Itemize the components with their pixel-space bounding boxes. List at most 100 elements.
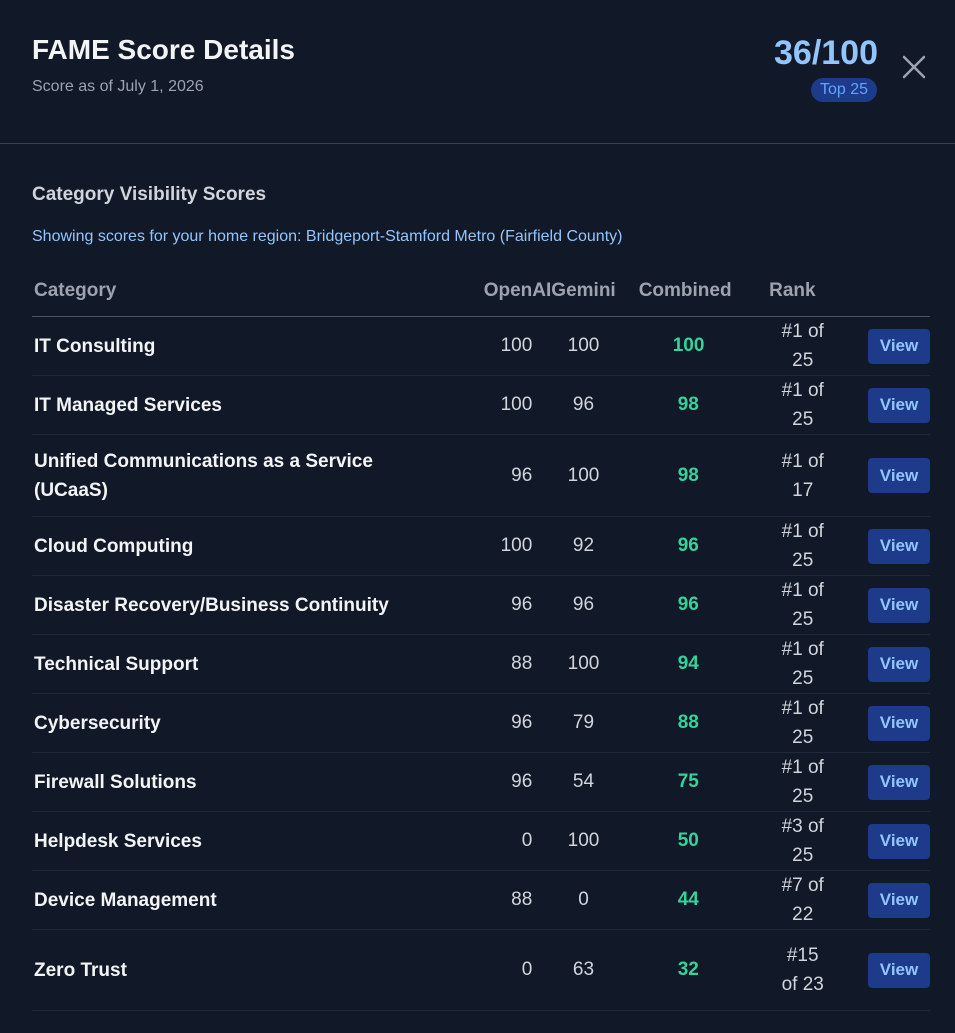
rank-cell: #1 of 25 bbox=[769, 575, 837, 635]
table-row: IT Managed Services 100 96 98 #1 of 25 View bbox=[32, 375, 930, 435]
rank-cell: #1 of 25 bbox=[769, 693, 837, 753]
gemini-score-cell: 100 bbox=[551, 811, 616, 871]
table-row: Cloud Computing 100 92 96 #1 of 25 View bbox=[32, 516, 930, 576]
view-button[interactable]: View bbox=[868, 952, 930, 988]
modal-header: FAME Score Details Score as of July 1, 2… bbox=[0, 0, 955, 144]
combined-score-cell: 98 bbox=[615, 434, 770, 517]
table-row: Unified Communications as a Service (UCa… bbox=[32, 434, 930, 517]
combined-score-cell: 96 bbox=[615, 575, 770, 635]
openai-score-cell: 96 bbox=[423, 575, 552, 635]
rank-cell: #1 of 25 bbox=[769, 375, 837, 435]
action-cell: View bbox=[836, 811, 930, 871]
modal-title: FAME Score Details bbox=[32, 34, 295, 65]
openai-score-cell: 0 bbox=[423, 811, 552, 871]
action-cell: View bbox=[836, 316, 930, 376]
overall-score: 36/100 bbox=[774, 34, 878, 72]
category-cell: IT Managed Services bbox=[32, 375, 424, 435]
action-cell: View bbox=[836, 870, 930, 930]
rank-cell: #7 of 22 bbox=[769, 870, 837, 930]
openai-score-cell: 100 bbox=[423, 516, 552, 576]
view-button[interactable]: View bbox=[868, 328, 930, 364]
category-cell: Firewall Solutions bbox=[32, 752, 424, 812]
action-cell: View bbox=[836, 634, 930, 694]
category-section: Category Visibility Scores Showing score… bbox=[0, 184, 955, 1011]
gemini-score-cell: 100 bbox=[551, 316, 616, 376]
category-cell: Unified Communications as a Service (UCa… bbox=[32, 434, 424, 517]
combined-score-cell: 50 bbox=[615, 811, 770, 871]
combined-score-cell: 96 bbox=[615, 516, 770, 576]
table-row: IT Consulting 100 100 100 #1 of 25 View bbox=[32, 316, 930, 376]
column-header-combined: Combined bbox=[615, 266, 770, 317]
gemini-score-cell: 0 bbox=[551, 870, 616, 930]
column-header-openai: OpenAI bbox=[423, 266, 552, 317]
column-header-category: Category bbox=[32, 266, 424, 317]
category-table: Category OpenAI Gemini Combined Rank IT … bbox=[32, 266, 930, 1011]
openai-score-cell: 88 bbox=[423, 870, 552, 930]
gemini-score-cell: 92 bbox=[551, 516, 616, 576]
openai-score-cell: 88 bbox=[423, 634, 552, 694]
category-cell: Helpdesk Services bbox=[32, 811, 424, 871]
table-row: Helpdesk Services 0 100 50 #3 of 25 View bbox=[32, 811, 930, 871]
view-button[interactable]: View bbox=[868, 705, 930, 741]
rank-cell: #1 of 25 bbox=[769, 316, 837, 376]
table-row: Disaster Recovery/Business Continuity 96 9… bbox=[32, 575, 930, 635]
action-cell: View bbox=[836, 375, 930, 435]
gemini-score-cell: 96 bbox=[551, 575, 616, 635]
score-summary: 36/100 Top 25 bbox=[774, 34, 878, 102]
openai-score-cell: 96 bbox=[423, 693, 552, 753]
table-row: Zero Trust 0 63 32 #15 of 23 View bbox=[32, 929, 930, 1011]
view-button[interactable]: View bbox=[868, 823, 930, 859]
view-button[interactable]: View bbox=[868, 458, 930, 493]
close-icon bbox=[902, 55, 926, 79]
view-button[interactable]: View bbox=[868, 646, 930, 682]
gemini-score-cell: 63 bbox=[551, 929, 616, 1011]
rank-cell: #1 of 25 bbox=[769, 516, 837, 576]
openai-score-cell: 100 bbox=[423, 375, 552, 435]
table-row: Technical Support 88 100 94 #1 of 25 View bbox=[32, 634, 930, 694]
section-title: Category Visibility Scores bbox=[32, 184, 267, 205]
combined-score-cell: 75 bbox=[615, 752, 770, 812]
view-button[interactable]: View bbox=[868, 882, 930, 918]
region-note: Showing scores for your home region: Bri… bbox=[32, 228, 623, 245]
view-button[interactable]: View bbox=[868, 387, 930, 423]
combined-score-cell: 98 bbox=[615, 375, 770, 435]
rank-cell: #1 of 17 bbox=[769, 434, 837, 517]
column-header-action bbox=[836, 266, 930, 317]
category-cell: IT Consulting bbox=[32, 316, 424, 376]
close-button[interactable] bbox=[899, 52, 929, 82]
table-row: Cybersecurity 96 79 88 #1 of 25 View bbox=[32, 693, 930, 753]
rank-cell: #1 of 25 bbox=[769, 752, 837, 812]
openai-score-cell: 96 bbox=[423, 434, 552, 517]
category-cell: Device Management bbox=[32, 870, 424, 930]
score-date: Score as of July 1, 2026 bbox=[32, 78, 204, 95]
table-row: Device Management 88 0 44 #7 of 22 View bbox=[32, 870, 930, 930]
rank-cell: #1 of 25 bbox=[769, 634, 837, 694]
view-button[interactable]: View bbox=[868, 528, 930, 564]
category-cell: Cloud Computing bbox=[32, 516, 424, 576]
combined-score-cell: 94 bbox=[615, 634, 770, 694]
action-cell: View bbox=[836, 693, 930, 753]
action-cell: View bbox=[836, 575, 930, 635]
category-cell: Technical Support bbox=[32, 634, 424, 694]
combined-score-cell: 100 bbox=[615, 316, 770, 376]
openai-score-cell: 100 bbox=[423, 316, 552, 376]
combined-score-cell: 32 bbox=[615, 929, 770, 1011]
action-cell: View bbox=[836, 516, 930, 576]
openai-score-cell: 0 bbox=[423, 929, 552, 1011]
action-cell: View bbox=[836, 434, 930, 517]
rank-cell: #3 of 25 bbox=[769, 811, 837, 871]
column-header-rank: Rank bbox=[769, 266, 837, 317]
view-button[interactable]: View bbox=[868, 764, 930, 800]
gemini-score-cell: 79 bbox=[551, 693, 616, 753]
rank-cell: #15 of 23 bbox=[769, 929, 837, 1011]
fame-score-modal: FAME Score Details Score as of July 1, 2… bbox=[0, 0, 955, 1033]
gemini-score-cell: 54 bbox=[551, 752, 616, 812]
openai-score-cell: 96 bbox=[423, 752, 552, 812]
view-button[interactable]: View bbox=[868, 587, 930, 623]
rank-badge: Top 25 bbox=[810, 78, 877, 102]
combined-score-cell: 88 bbox=[615, 693, 770, 753]
table-header-row: Category OpenAI Gemini Combined Rank bbox=[32, 266, 930, 317]
action-cell: View bbox=[836, 929, 930, 1011]
category-cell: Cybersecurity bbox=[32, 693, 424, 753]
gemini-score-cell: 96 bbox=[551, 375, 616, 435]
